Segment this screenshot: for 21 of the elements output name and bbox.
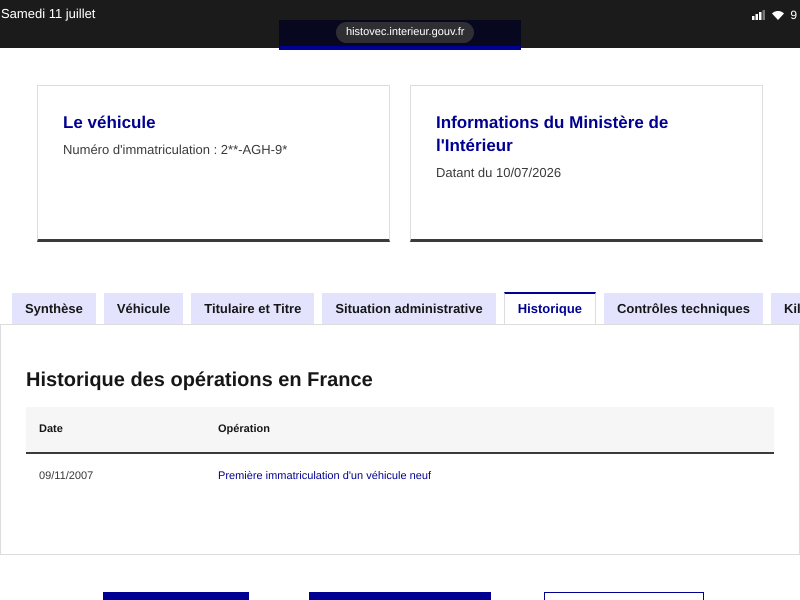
status-date: Samedi 11 juillet — [1, 5, 96, 23]
card-text: Datant du 10/07/2026 — [436, 164, 562, 182]
column-header: Opération — [217, 422, 271, 438]
section-heading: Historique des opérations en France — [26, 368, 374, 393]
signal-icon — [752, 10, 766, 20]
table-cell-text: Première immatriculation d'un véhicule neuf — [217, 469, 432, 484]
tab[interactable]: Historique — [504, 292, 596, 324]
card-title: Informations du Ministère de l'Intérieur — [436, 112, 670, 157]
battery-text: 9 — [790, 7, 797, 24]
column-header: Date — [38, 422, 64, 438]
tab[interactable]: Titulaire et Titre — [191, 293, 314, 324]
tab[interactable]: Situation administrative — [322, 293, 496, 324]
tab[interactable]: Synthèse — [12, 293, 96, 324]
tab[interactable]: Véhicule — [104, 293, 184, 324]
table-cell-text: 09/11/2007 — [38, 469, 94, 484]
url-field[interactable]: histovec.interieur.gouv.fr — [336, 22, 474, 42]
card-text: Numéro d'immatriculation : 2**-AGH-9* — [63, 141, 288, 159]
wifi-icon — [772, 10, 784, 20]
tab[interactable]: Kil — [770, 293, 800, 324]
card-title: Le véhicule — [63, 112, 157, 134]
tab[interactable]: Contrôles techniques — [604, 293, 763, 324]
